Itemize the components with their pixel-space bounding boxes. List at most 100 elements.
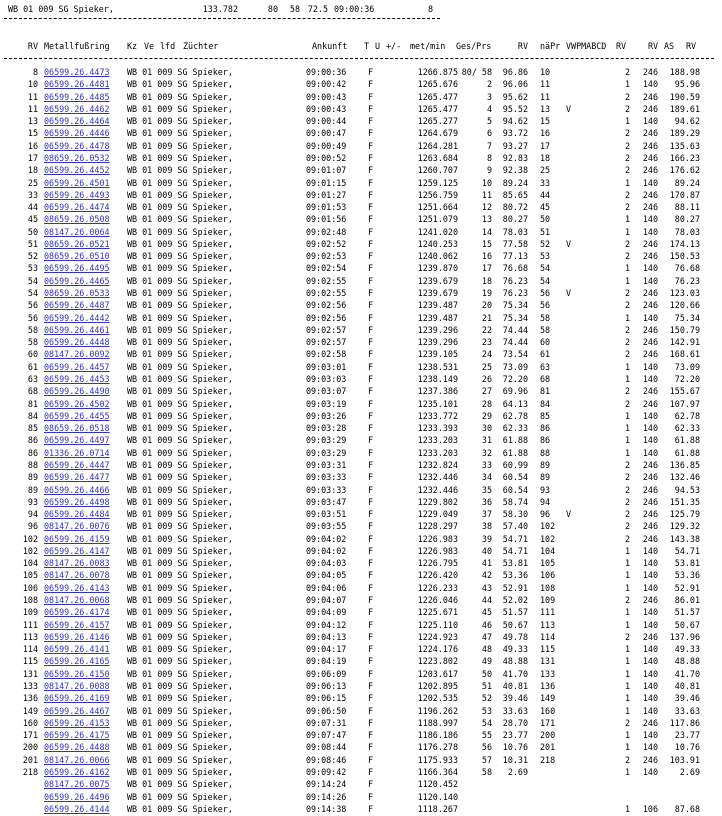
breeder-name: WB 01 009 SG Spieker, <box>127 509 233 520</box>
ring-number-link[interactable]: 06599.26.4452 <box>44 164 110 177</box>
ring-number-link[interactable]: 01336.26.0714 <box>44 447 110 460</box>
ring-number-link[interactable]: 06599.26.4474 <box>44 201 110 214</box>
ring-number-link[interactable]: 06599.26.4457 <box>44 361 110 374</box>
as-value: 76.68 <box>674 263 700 274</box>
ring-number-link[interactable]: 08147.26.0064 <box>44 226 110 239</box>
as-value: 107.97 <box>669 398 700 409</box>
percent-value: 2.69 <box>507 766 528 777</box>
arrival-time: 09:04:06 <box>306 582 347 593</box>
next-prize-value: 13 <box>540 103 551 114</box>
ring-number-link[interactable]: 06599.26.4484 <box>44 508 110 521</box>
ring-number-link[interactable]: 08147.26.0083 <box>44 557 110 570</box>
arrival-time: 09:02:54 <box>306 263 347 274</box>
ring-number-link[interactable]: 06599.26.4442 <box>44 312 110 325</box>
ring-number-link[interactable]: 06599.26.4465 <box>44 275 110 288</box>
arrival-time: 09:03:47 <box>306 496 347 507</box>
ring-number-link[interactable]: 08659.26.0518 <box>44 422 110 435</box>
ring-number-link[interactable]: 08659.26.0508 <box>44 213 110 226</box>
ring-number-link[interactable]: 08147.26.0068 <box>44 594 110 607</box>
ring-number-link[interactable]: 06599.26.4490 <box>44 385 110 398</box>
ring-number-link[interactable]: 06599.26.4487 <box>44 299 110 312</box>
ring-number-link[interactable]: 06599.26.4461 <box>44 324 110 337</box>
ring-number-link[interactable]: 08147.26.0078 <box>44 569 110 582</box>
next-prize-value: 218 <box>540 754 556 765</box>
ring-number-link[interactable]: 06599.26.4455 <box>44 410 110 423</box>
ring-number-link[interactable]: 06599.26.4467 <box>44 705 110 718</box>
ring-number-link[interactable]: 06599.26.4446 <box>44 127 110 140</box>
ring-number-link[interactable]: 06599.26.4447 <box>44 459 110 472</box>
ring-number-link[interactable]: 08659.26.0521 <box>44 238 110 251</box>
ring-number-link[interactable]: 08147.26.0066 <box>44 754 110 767</box>
rank-value: 31 <box>481 435 492 446</box>
next-prize-value: 113 <box>540 619 556 630</box>
ring-number-link[interactable]: 06599.26.4453 <box>44 373 110 386</box>
ring-number-link[interactable]: 08147.26.0092 <box>44 348 110 361</box>
as-value: 87.68 <box>674 803 700 814</box>
ring-number-link[interactable]: 06599.26.4495 <box>44 262 110 275</box>
ring-number-link[interactable]: 06599.26.4162 <box>44 766 110 779</box>
ring-number-link[interactable]: 08659.26.0532 <box>44 152 110 165</box>
ring-number-link[interactable]: 06599.26.4153 <box>44 717 110 730</box>
percent-value: 23.77 <box>502 730 528 741</box>
points-value: 140 <box>642 374 658 384</box>
group-value: 1 <box>624 263 630 274</box>
next-prize-value: 54 <box>540 275 551 286</box>
ring-number-link[interactable]: 08659.26.0533 <box>44 287 110 300</box>
ring-number-link[interactable]: 06599.26.4174 <box>44 606 110 619</box>
ring-number-link[interactable]: 06599.26.4502 <box>44 398 110 411</box>
col-rv-value: 61 <box>27 361 38 372</box>
ring-number-link[interactable]: 06599.26.4143 <box>44 582 110 595</box>
ring-number-link[interactable]: 06599.26.4485 <box>44 91 110 104</box>
rank-value: 19 <box>481 288 492 299</box>
speed-value: 1228.297 <box>417 521 458 532</box>
ring-number-link[interactable]: 06599.26.4159 <box>44 533 110 546</box>
ring-number-link[interactable]: 06599.26.4481 <box>44 78 110 91</box>
ring-number-link[interactable]: 06599.26.4448 <box>44 336 110 349</box>
ring-number-link[interactable]: 06599.26.4497 <box>44 434 110 447</box>
ring-number-link[interactable]: 06599.26.4165 <box>44 655 110 668</box>
breeder-name: WB 01 009 SG Spieker, <box>127 595 233 606</box>
ring-number-link[interactable]: 06599.26.4150 <box>44 668 110 681</box>
ring-number-link[interactable]: 06599.26.4496 <box>44 791 110 804</box>
ring-number-link[interactable]: 06599.26.4464 <box>44 115 110 128</box>
time-type: F <box>368 509 374 520</box>
ring-number-link[interactable]: 06599.26.4147 <box>44 545 110 558</box>
breeder-name: WB 01 009 SG Spieker, <box>127 668 233 679</box>
group-value: 2 <box>624 128 630 139</box>
ring-number-link[interactable]: 06599.26.4144 <box>44 803 110 816</box>
rank-value: 49 <box>481 656 492 667</box>
col-rv-value: 15 <box>27 128 38 139</box>
ring-number-link[interactable]: 06599.26.4146 <box>44 631 110 644</box>
time-type: F <box>368 226 374 237</box>
next-prize-value: 105 <box>540 558 556 569</box>
points-value: 246 <box>642 103 658 114</box>
ring-number-link[interactable]: 06599.26.4498 <box>44 496 110 509</box>
as-value: 188.98 <box>669 67 700 77</box>
ring-number-link[interactable]: 06599.26.4501 <box>44 177 110 190</box>
ring-number-link[interactable]: 06599.26.4473 <box>44 66 110 79</box>
ring-number-link[interactable]: 06599.26.4477 <box>44 471 110 484</box>
points-value: 140 <box>642 545 658 556</box>
ring-number-link[interactable]: 08147.26.0076 <box>44 520 110 533</box>
col-rv-value: 133 <box>22 681 38 691</box>
arrival-time: 09:00:42 <box>306 79 347 90</box>
summary-distance: 133.782 <box>202 4 238 14</box>
ring-number-link[interactable]: 08659.26.0510 <box>44 250 110 263</box>
ring-number-link[interactable]: 08147.26.0075 <box>44 778 110 791</box>
ring-number-link[interactable]: 06599.26.4157 <box>44 619 110 632</box>
speed-value: 1238.531 <box>417 361 458 372</box>
ring-number-link[interactable]: 06599.26.4175 <box>44 729 110 742</box>
ring-number-link[interactable]: 08147.26.0088 <box>44 680 110 693</box>
ring-number-link[interactable]: 06599.26.4488 <box>44 741 110 754</box>
next-prize-value: 15 <box>540 116 551 127</box>
ring-number-link[interactable]: 06599.26.4141 <box>44 643 110 656</box>
ring-number-link[interactable]: 06599.26.4466 <box>44 484 110 497</box>
ring-number-link[interactable]: 06599.26.4478 <box>44 140 110 153</box>
as-value: 89.24 <box>674 177 700 188</box>
ring-number-link[interactable]: 06599.26.4169 <box>44 692 110 705</box>
col-rv-value: 54 <box>27 288 38 299</box>
rank-value: 24 <box>481 349 492 360</box>
col-zuechter: Züchter <box>183 41 219 51</box>
ring-number-link[interactable]: 06599.26.4462 <box>44 103 110 116</box>
ring-number-link[interactable]: 06599.26.4493 <box>44 189 110 202</box>
